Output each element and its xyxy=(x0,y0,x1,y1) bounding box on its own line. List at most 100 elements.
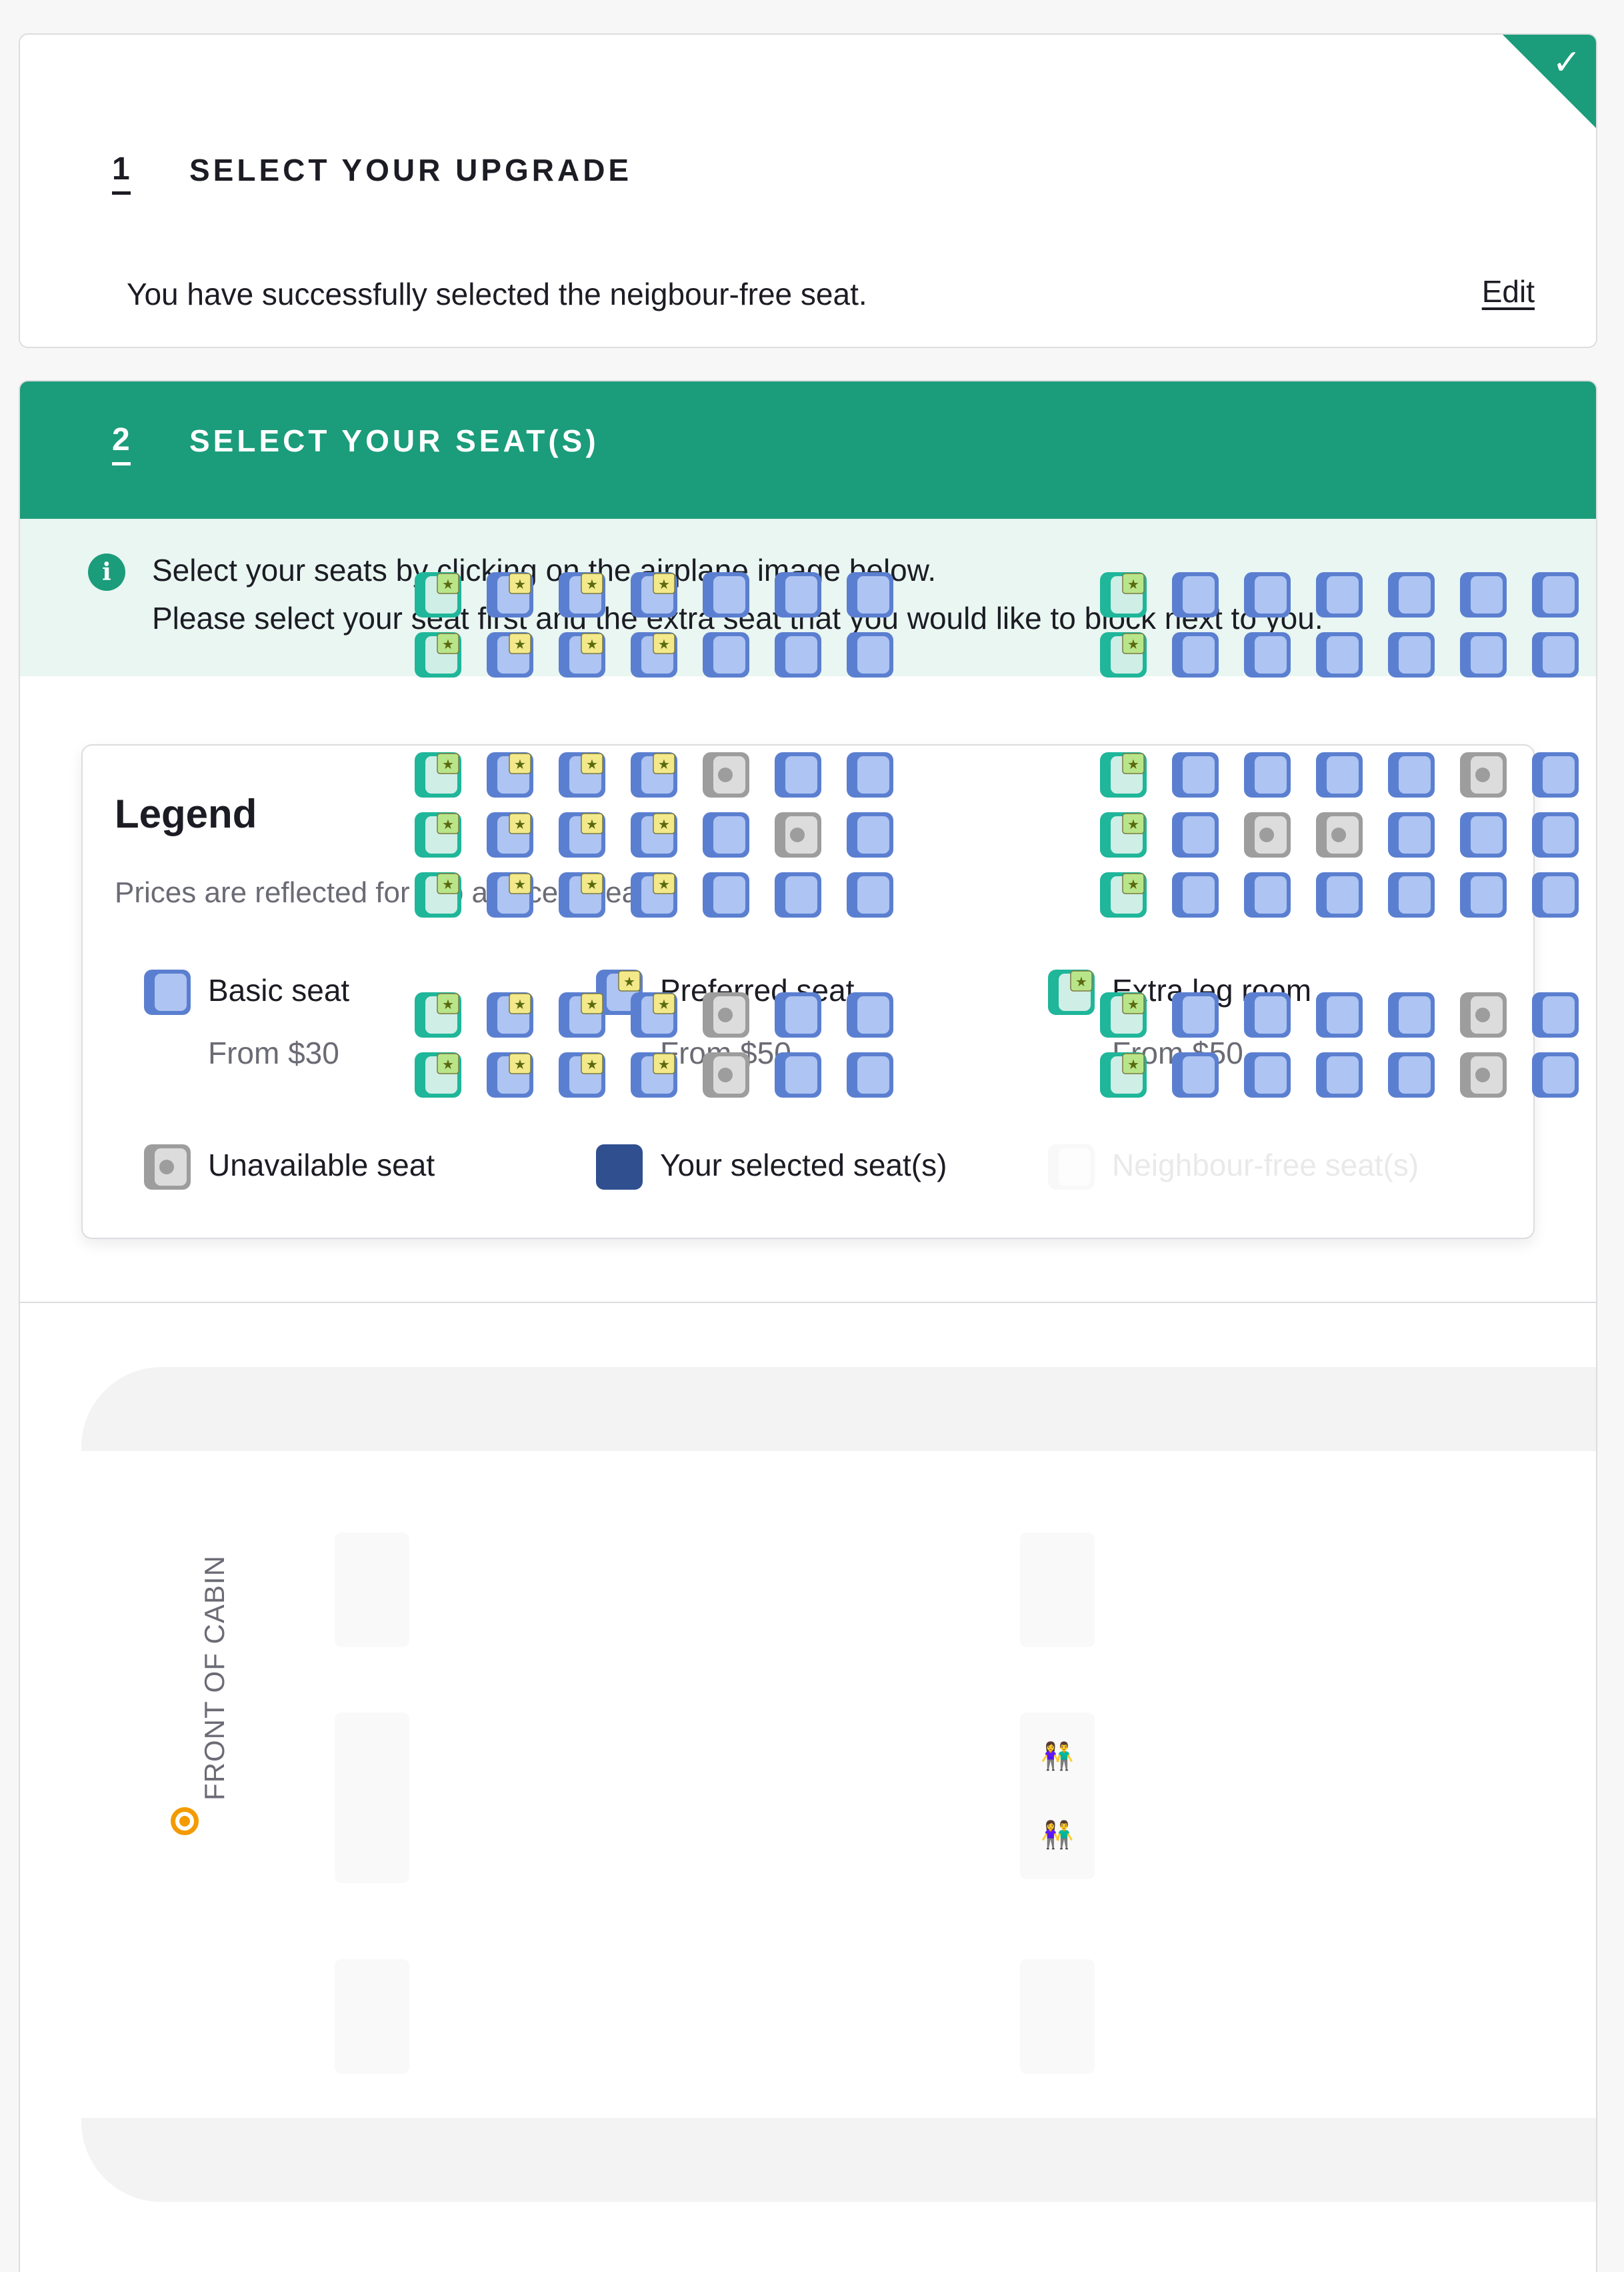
preferred-seat[interactable]: ★ xyxy=(629,1051,679,1099)
svg-text:★: ★ xyxy=(658,1056,670,1072)
basic-seat[interactable] xyxy=(1387,571,1436,619)
basic-seat[interactable] xyxy=(701,811,751,859)
preferred-seat[interactable]: ★ xyxy=(485,1051,535,1099)
extra-legroom-seat[interactable]: ★ xyxy=(1099,1051,1148,1099)
preferred-seat[interactable]: ★ xyxy=(485,811,535,859)
extra-legroom-seat[interactable]: ★ xyxy=(1099,631,1148,679)
basic-seat[interactable] xyxy=(773,751,823,799)
preferred-seat[interactable]: ★ xyxy=(557,631,607,679)
basic-seat[interactable] xyxy=(1531,991,1580,1039)
basic-seat[interactable] xyxy=(1459,871,1508,919)
preferred-seat[interactable]: ★ xyxy=(629,571,679,619)
basic-seat[interactable] xyxy=(1459,631,1508,679)
preferred-seat[interactable]: ★ xyxy=(557,991,607,1039)
preferred-seat[interactable]: ★ xyxy=(485,571,535,619)
extra-legroom-seat[interactable]: ★ xyxy=(413,1051,463,1099)
preferred-seat[interactable]: ★ xyxy=(557,571,607,619)
basic-seat[interactable] xyxy=(1387,811,1436,859)
legend-label: Unavailable seat xyxy=(208,1148,435,1182)
basic-seat[interactable] xyxy=(1315,871,1364,919)
basic-seat[interactable] xyxy=(1531,871,1580,919)
basic-seat[interactable] xyxy=(1531,751,1580,799)
extra-legroom-seat[interactable]: ★ xyxy=(413,631,463,679)
basic-seat[interactable] xyxy=(845,631,895,679)
preferred-seat[interactable]: ★ xyxy=(629,811,679,859)
extra-legroom-seat[interactable]: ★ xyxy=(1099,811,1148,859)
extra-legroom-seat[interactable]: ★ xyxy=(413,991,463,1039)
basic-seat[interactable] xyxy=(1243,751,1292,799)
basic-seat[interactable] xyxy=(773,871,823,919)
extra-legroom-seat[interactable]: ★ xyxy=(413,871,463,919)
basic-seat[interactable] xyxy=(701,631,751,679)
extra-legroom-seat[interactable]: ★ xyxy=(413,571,463,619)
basic-seat[interactable] xyxy=(1459,811,1508,859)
basic-seat[interactable] xyxy=(1315,991,1364,1039)
extra-legroom-seat[interactable]: ★ xyxy=(413,751,463,799)
preferred-seat[interactable]: ★ xyxy=(557,751,607,799)
preferred-seat[interactable]: ★ xyxy=(557,1051,607,1099)
extra-legroom-seat[interactable]: ★ xyxy=(1099,571,1148,619)
basic-seat[interactable] xyxy=(1243,991,1292,1039)
legend-title: Legend xyxy=(115,792,257,836)
svg-text:★: ★ xyxy=(658,816,670,832)
basic-seat[interactable] xyxy=(1171,871,1220,919)
basic-seat[interactable] xyxy=(845,811,895,859)
preferred-seat[interactable]: ★ xyxy=(485,751,535,799)
extra-legroom-seat[interactable]: ★ xyxy=(1099,751,1148,799)
basic-seat[interactable] xyxy=(1531,811,1580,859)
svg-text:★: ★ xyxy=(586,816,598,832)
preferred-seat[interactable]: ★ xyxy=(629,631,679,679)
basic-seat[interactable] xyxy=(1243,1051,1292,1099)
basic-seat[interactable] xyxy=(1387,991,1436,1039)
basic-seat[interactable] xyxy=(1171,631,1220,679)
basic-seat[interactable] xyxy=(1171,991,1220,1039)
legend-label: Preferred seat xyxy=(660,973,855,1008)
basic-seat[interactable] xyxy=(1315,631,1364,679)
extra-legroom-seat[interactable]: ★ xyxy=(1099,871,1148,919)
basic-seat[interactable] xyxy=(1243,631,1292,679)
basic-seat[interactable] xyxy=(1171,1051,1220,1099)
basic-seat[interactable] xyxy=(845,871,895,919)
basic-seat[interactable] xyxy=(701,571,751,619)
basic-seat[interactable] xyxy=(1531,571,1580,619)
basic-seat[interactable] xyxy=(1459,571,1508,619)
extra-legroom-seat[interactable]: ★ xyxy=(1099,991,1148,1039)
basic-seat[interactable] xyxy=(773,991,823,1039)
basic-seat[interactable] xyxy=(1315,571,1364,619)
basic-seat[interactable] xyxy=(845,991,895,1039)
basic-seat[interactable] xyxy=(1243,571,1292,619)
basic-seat[interactable] xyxy=(1531,631,1580,679)
preferred-seat[interactable]: ★ xyxy=(557,811,607,859)
basic-seat[interactable] xyxy=(845,1051,895,1099)
basic-seat[interactable] xyxy=(1387,751,1436,799)
basic-seat[interactable] xyxy=(773,631,823,679)
edit-upgrade-link[interactable]: Edit xyxy=(1482,273,1535,309)
basic-seat[interactable] xyxy=(1315,1051,1364,1099)
extra-legroom-seat[interactable]: ★ xyxy=(413,811,463,859)
basic-seat[interactable] xyxy=(1387,631,1436,679)
basic-seat[interactable] xyxy=(1171,571,1220,619)
galley-block xyxy=(1020,1959,1095,2074)
basic-seat[interactable] xyxy=(845,571,895,619)
preferred-seat[interactable]: ★ xyxy=(629,991,679,1039)
basic-seat[interactable] xyxy=(1315,751,1364,799)
legend-label: Your selected seat(s) xyxy=(660,1148,947,1182)
basic-seat[interactable] xyxy=(773,1051,823,1099)
preferred-seat[interactable]: ★ xyxy=(629,751,679,799)
preferred-seat[interactable]: ★ xyxy=(557,871,607,919)
basic-seat[interactable] xyxy=(1171,751,1220,799)
basic-seat[interactable] xyxy=(1387,1051,1436,1099)
preferred-seat[interactable]: ★ xyxy=(485,871,535,919)
preferred-seat[interactable]: ★ xyxy=(485,991,535,1039)
svg-text:★: ★ xyxy=(586,876,598,892)
preferred-seat[interactable]: ★ xyxy=(629,871,679,919)
basic-seat[interactable] xyxy=(1171,811,1220,859)
basic-seat[interactable] xyxy=(701,871,751,919)
basic-seat[interactable] xyxy=(1387,871,1436,919)
preferred-seat[interactable]: ★ xyxy=(485,631,535,679)
basic-seat[interactable] xyxy=(845,751,895,799)
step-title: SELECT YOUR UPGRADE xyxy=(189,153,633,187)
basic-seat[interactable] xyxy=(1531,1051,1580,1099)
basic-seat[interactable] xyxy=(1243,871,1292,919)
basic-seat[interactable] xyxy=(773,571,823,619)
